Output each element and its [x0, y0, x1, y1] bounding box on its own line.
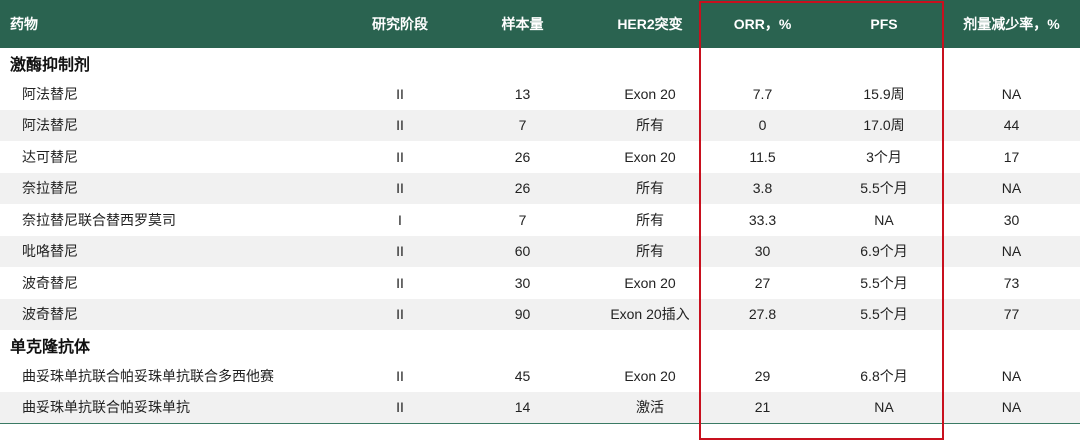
cell-orr: 21 — [700, 391, 825, 424]
cell-sample-size: 45 — [514, 367, 531, 384]
cell-orr: 7.7 — [752, 85, 773, 102]
cell-pfs: 5.5个月 — [860, 180, 908, 197]
cell-her2: 所有 — [636, 211, 664, 228]
table-row: 波奇替尼 II 30 Exon 20 27 5.5个月 73 — [0, 267, 1080, 299]
cell-sample-size: 90 — [514, 306, 531, 323]
cell-dose-reduction: 30 — [1003, 211, 1020, 228]
cell-pfs: 5.5个月 — [860, 274, 908, 291]
cell-pfs: 15.9周 — [863, 85, 905, 102]
cell-her2: 所有 — [636, 117, 664, 134]
cell-phase: I — [398, 211, 402, 228]
cell-phase: II — [355, 391, 445, 424]
section-header-row: 单克隆抗体 — [0, 330, 1080, 360]
cell-dose-reduction: NA — [1001, 243, 1022, 260]
cell-dose-reduction: NA — [1001, 180, 1022, 197]
cell-drug: 奈拉替尼联合替西罗莫司 — [22, 211, 176, 228]
cell-orr: 0 — [758, 117, 767, 134]
cell-sample-size: 7 — [518, 117, 527, 134]
cell-dose-reduction: 77 — [1003, 306, 1020, 323]
cell-pfs: NA — [874, 211, 894, 228]
cell-phase: II — [396, 148, 404, 165]
cell-orr: 33.3 — [748, 211, 777, 228]
cell-dose-reduction: NA — [1001, 85, 1022, 102]
table-row: 吡咯替尼 II 60 所有 30 6.9个月 NA — [0, 235, 1080, 267]
cell-sample-size: 60 — [514, 243, 531, 260]
cell-drug: 曲妥珠单抗联合帕妥珠单抗 — [0, 391, 355, 424]
table-row: 奈拉替尼 II 26 所有 3.8 5.5个月 NA — [0, 172, 1080, 204]
table-row: 达可替尼 II 26 Exon 20 11.5 3个月 17 — [0, 141, 1080, 173]
cell-pfs: 6.8个月 — [860, 367, 908, 384]
cell-her2: Exon 20 — [624, 85, 676, 102]
cell-dose-reduction: 44 — [1003, 117, 1020, 134]
cell-phase: II — [396, 243, 404, 260]
drug-table: 药物 研究阶段 样本量 HER2突变 ORR，% PFS 剂量减少率，% 激酶抑… — [0, 0, 1080, 424]
cell-pfs: 3个月 — [866, 148, 902, 165]
header-phase: 研究阶段 — [372, 16, 428, 32]
cell-her2: 所有 — [636, 180, 664, 197]
cell-orr: 11.5 — [749, 148, 776, 165]
table-header-row: 药物 研究阶段 样本量 HER2突变 ORR，% PFS 剂量减少率，% — [0, 0, 1080, 48]
table-row: 奈拉替尼联合替西罗莫司 I 7 所有 33.3 NA 30 — [0, 204, 1080, 236]
cell-orr: 29 — [754, 367, 771, 384]
cell-dose-reduction: 17 — [1003, 148, 1020, 165]
cell-pfs: 5.5个月 — [860, 306, 908, 323]
cell-phase: II — [396, 117, 404, 134]
section-title: 单克隆抗体 — [10, 339, 91, 356]
cell-drug: 曲妥珠单抗联合帕妥珠单抗联合多西他赛 — [22, 367, 274, 384]
cell-phase: II — [396, 85, 404, 102]
cell-drug: 阿法替尼 — [22, 85, 78, 102]
header-dose-reduction: 剂量减少率，% — [963, 16, 1060, 32]
table-row: 波奇替尼 II 90 Exon 20插入 27.8 5.5个月 77 — [0, 298, 1080, 330]
cell-her2: Exon 20插入 — [610, 306, 690, 323]
table-row: 曲妥珠单抗联合帕妥珠单抗 II 14 激活 21 NA NA — [0, 391, 1080, 424]
table-row: 曲妥珠单抗联合帕妥珠单抗联合多西他赛 II 45 Exon 20 29 6.8个… — [0, 360, 1080, 392]
table-row: 阿法替尼 II 7 所有 0 17.0周 44 — [0, 109, 1080, 141]
cell-orr: 30 — [754, 243, 771, 260]
cell-drug: 奈拉替尼 — [22, 180, 78, 197]
cell-drug: 达可替尼 — [22, 148, 78, 165]
cell-phase: II — [396, 180, 404, 197]
cell-sample-size: 26 — [514, 148, 531, 165]
cell-sample-size: 30 — [514, 274, 531, 291]
header-sample-size: 样本量 — [501, 16, 544, 32]
cell-her2: Exon 20 — [624, 367, 676, 384]
cell-orr: 27.8 — [748, 306, 777, 323]
section-title: 激酶抑制剂 — [10, 57, 91, 74]
header-pfs: PFS — [870, 16, 898, 32]
cell-sample-size: 7 — [518, 211, 527, 228]
cell-her2: 激活 — [600, 391, 700, 424]
header-drug: 药物 — [10, 16, 38, 32]
cell-sample-size: 13 — [514, 85, 531, 102]
cell-orr: 27 — [754, 274, 771, 291]
section-header-row: 激酶抑制剂 — [0, 48, 1080, 78]
cell-pfs: NA — [825, 391, 943, 424]
header-her2-mutation: HER2突变 — [617, 16, 683, 32]
cell-pfs: 17.0周 — [863, 117, 905, 134]
cell-dose-reduction: NA — [1001, 367, 1022, 384]
cell-her2: Exon 20 — [624, 148, 676, 165]
cell-phase: II — [396, 306, 404, 323]
cell-sample-size: 14 — [445, 391, 600, 424]
cell-orr: 3.8 — [752, 180, 773, 197]
cell-phase: II — [396, 367, 404, 384]
table-row: 阿法替尼 II 13 Exon 20 7.7 15.9周 NA — [0, 78, 1080, 110]
cell-drug: 波奇替尼 — [22, 306, 78, 323]
cell-drug: 吡咯替尼 — [22, 243, 78, 260]
cell-her2: Exon 20 — [624, 274, 676, 291]
cell-dose-reduction: NA — [943, 391, 1080, 424]
cell-phase: II — [396, 274, 404, 291]
cell-pfs: 6.9个月 — [860, 243, 908, 260]
cell-drug: 阿法替尼 — [22, 117, 78, 134]
cell-her2: 所有 — [636, 243, 664, 260]
cell-drug: 波奇替尼 — [22, 274, 78, 291]
cell-sample-size: 26 — [514, 180, 531, 197]
header-orr: ORR，% — [733, 16, 792, 32]
cell-dose-reduction: 73 — [1003, 274, 1020, 291]
